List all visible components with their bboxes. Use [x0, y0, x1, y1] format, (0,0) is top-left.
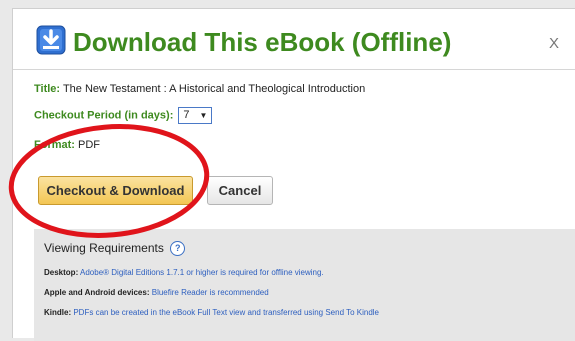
format-value: PDF — [78, 139, 101, 151]
download-dialog: Download This eBook (Offline) X Title: T… — [12, 8, 575, 341]
checkout-period-row: Checkout Period (in days): 7 ▼ — [34, 107, 213, 124]
checkout-download-button[interactable]: Checkout & Download — [38, 176, 193, 205]
desktop-link[interactable]: Adobe® Digital Editions 1.7.1 or higher … — [80, 268, 324, 277]
download-icon — [36, 25, 66, 55]
viewing-requirements-title: Viewing Requirements ? — [44, 241, 186, 256]
format-label: Format: — [34, 139, 75, 151]
viewing-requirements-heading: Viewing Requirements — [44, 241, 164, 255]
dialog-header: Download This eBook (Offline) X — [13, 9, 575, 70]
kindle-link[interactable]: PDFs can be created in the eBook Full Te… — [73, 308, 379, 317]
dropdown-arrow-icon: ▼ — [199, 111, 208, 120]
title-row: Title: The New Testament : A Historical … — [34, 83, 365, 95]
title-value: The New Testament : A Historical and The… — [62, 83, 366, 95]
close-button[interactable]: X — [549, 35, 559, 52]
desktop-label: Desktop: — [44, 268, 79, 277]
mobile-requirement: Apple and Android devices: Bluefire Read… — [44, 288, 269, 297]
checkout-period-label: Checkout Period (in days): — [34, 109, 174, 122]
checkout-period-select[interactable]: 7 ▼ — [178, 107, 213, 124]
cancel-button[interactable]: Cancel — [207, 176, 273, 205]
desktop-requirement: Desktop: Adobe® Digital Editions 1.7.1 o… — [44, 268, 324, 277]
checkout-period-value: 7 — [183, 109, 190, 121]
kindle-requirement: Kindle: PDFs can be created in the eBook… — [44, 308, 379, 317]
kindle-label: Kindle: — [44, 308, 72, 317]
help-icon[interactable]: ? — [170, 241, 186, 256]
viewing-requirements-panel: Viewing Requirements ? Desktop: Adobe® D… — [34, 229, 575, 341]
format-row: Format: PDF — [34, 139, 100, 151]
mobile-link[interactable]: Bluefire Reader is recommended — [152, 288, 269, 297]
dialog-title: Download This eBook (Offline) — [73, 27, 452, 57]
mobile-label: Apple and Android devices: — [44, 288, 150, 297]
title-label: Title: — [34, 83, 61, 95]
